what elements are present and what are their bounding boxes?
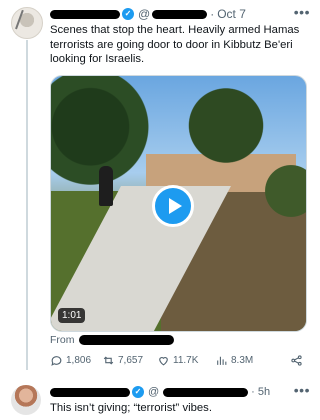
reply-author-handle[interactable]: @ (148, 386, 249, 398)
author-handle[interactable]: @ (138, 7, 208, 21)
redacted-reply-author-name[interactable] (50, 387, 130, 397)
from-attribution[interactable]: From (50, 334, 174, 346)
video-duration: 1:01 (58, 308, 86, 323)
redacted-handle (152, 9, 208, 19)
like-button[interactable]: 11.7K (157, 354, 215, 367)
thread-line (26, 40, 28, 370)
reply-icon (51, 355, 62, 366)
redacted-reply-handle (163, 387, 249, 397)
author-avatar[interactable] (11, 7, 43, 39)
action-bar: 1,806 7,657 11.7K 8.3M (50, 352, 308, 368)
like-icon (159, 356, 168, 365)
views-icon (217, 356, 227, 365)
share-icon (291, 354, 302, 366)
reply-header: ✓ @ · 5h ••• (50, 382, 310, 400)
more-icon[interactable]: ••• (294, 382, 310, 398)
redacted-source (78, 335, 174, 345)
share-button[interactable] (290, 354, 308, 367)
video-player[interactable]: 1:01 (50, 75, 307, 332)
verified-icon: ✓ (132, 386, 144, 398)
reply-author-avatar[interactable] (11, 385, 41, 415)
views-button[interactable]: 8.3M (215, 354, 290, 367)
tweet-header: ✓ @ · Oct 7 ••• (50, 4, 310, 22)
repost-button[interactable]: 7,657 (102, 354, 157, 367)
verified-icon: ✓ (122, 8, 134, 20)
tweet-time[interactable]: Oct 7 (217, 7, 246, 21)
play-button[interactable] (152, 185, 194, 227)
redacted-author-name[interactable] (50, 9, 120, 19)
reply-time[interactable]: 5h (258, 386, 270, 398)
reply-text: This isn’t giving; “terrorist” vibes. (50, 402, 212, 414)
more-icon[interactable]: ••• (294, 4, 310, 20)
play-icon (168, 198, 182, 214)
reply-button[interactable]: 1,806 (50, 354, 102, 367)
repost-icon (103, 355, 114, 365)
tweet-text: Scenes that stop the heart. Heavily arme… (50, 24, 300, 65)
